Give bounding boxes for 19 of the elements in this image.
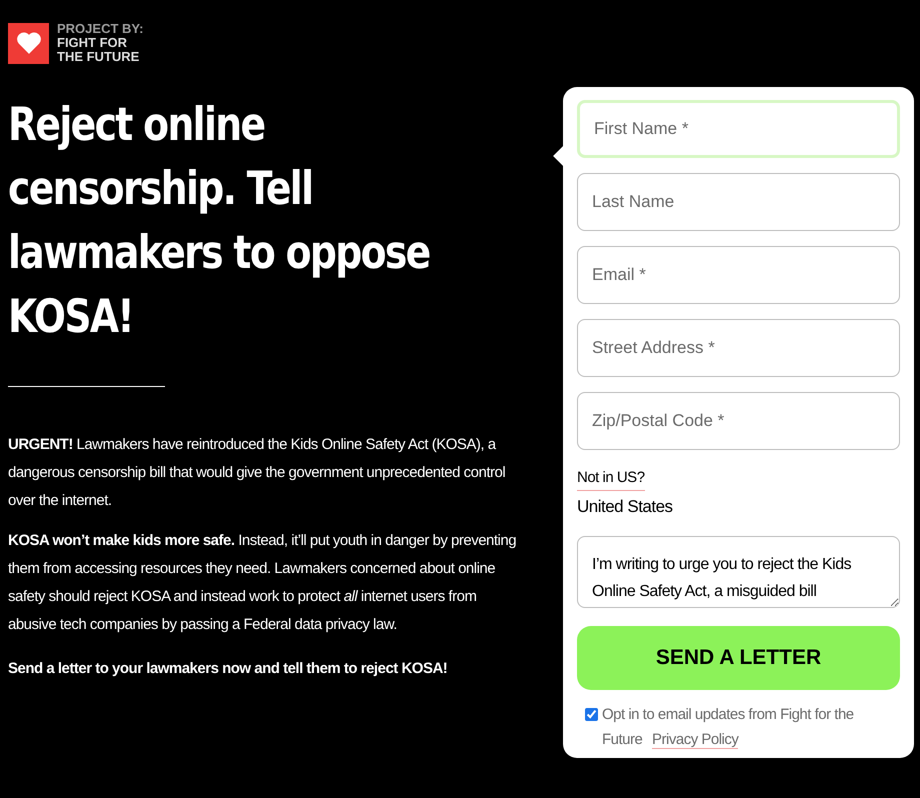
brand-name: FIGHT FOR (57, 36, 128, 50)
input-field[interactable]: Last Name (577, 173, 900, 231)
call-to-action: Send a letter to your lawmakers now and tell them to reject KOSA! (8, 659, 448, 679)
headline: Reject online censorship. Tell lawmakers to oppose KOSA! (8, 96, 431, 345)
letter-field[interactable]: I’m writing to urge you to reject the Kids Online Safety Act, a misguided bill (577, 536, 900, 608)
brand-name: THE FUTURE (57, 50, 140, 64)
input-field[interactable]: Zip/Postal Code * (577, 392, 900, 450)
opt-in-checkbox[interactable] (585, 708, 598, 721)
not-in-us-link[interactable]: Not in US? (577, 467, 645, 490)
input-field[interactable]: Email * (577, 246, 900, 304)
opt-in-label: Opt in to email updates from Fight for the Future Privacy Policy (602, 705, 855, 751)
input-field[interactable]: Street Address * (577, 319, 900, 377)
brand-eyebrow: PROJECT BY: (57, 22, 144, 36)
heart-logo-icon (8, 22, 49, 64)
privacy-policy-link[interactable]: Privacy Policy (652, 731, 738, 749)
send-letter-button[interactable]: SEND A LETTER (577, 626, 900, 690)
country-text: United States (577, 496, 674, 518)
body-paragraph: URGENT! Lawmakers have reintroduced the Kids Online Safety Act (KOSA), a dangerous censorship bill that would give the government unprecedented control over the internet. (8, 435, 506, 511)
body-paragraph: KOSA won’t make kids more safe. Instead, it’ll put youth in danger by preventing them from accessing resources they need. Lawmakers concerned about online safety should reject KOSA and instead work to protect all internet users from abusive tech companies by passing a Federal data privacy law. (8, 531, 518, 635)
